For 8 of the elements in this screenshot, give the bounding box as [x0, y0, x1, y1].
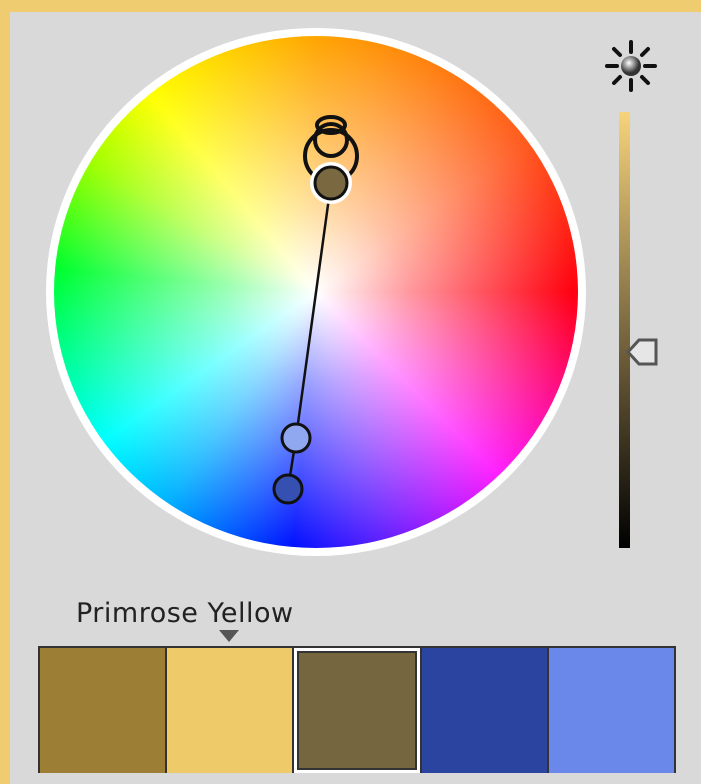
brightness-icon — [603, 38, 659, 94]
color-swatch[interactable] — [294, 648, 422, 774]
color-swatch[interactable] — [422, 648, 549, 774]
color-swatch[interactable] — [548, 648, 674, 774]
color-name: Primrose Yellow — [76, 598, 295, 630]
color-swatch[interactable] — [167, 648, 294, 774]
color-swatch[interactable] — [40, 648, 168, 774]
slider-thumb[interactable] — [626, 336, 658, 367]
